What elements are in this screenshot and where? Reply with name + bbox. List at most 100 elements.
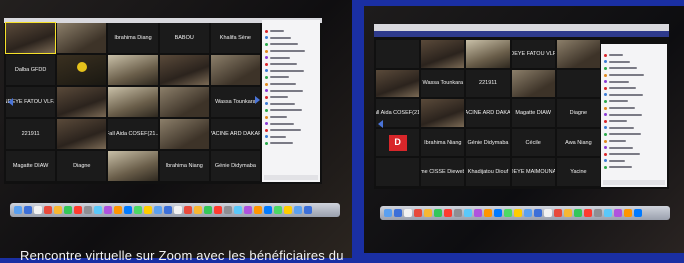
participant-tile[interactable]: Fall Aida COSEF(21...	[108, 119, 158, 149]
participant-tile[interactable]: NDEYE FATOU VLF...	[511, 40, 555, 68]
participant-tile[interactable]	[4, 22, 57, 54]
participant-tile[interactable]: Wassa Tounkara	[421, 69, 465, 98]
participant-tile[interactable]: Khalifa Sène	[210, 23, 260, 53]
dock-app-icon[interactable]	[614, 209, 622, 217]
participant-tile[interactable]: Magatte DIAW	[6, 151, 56, 181]
participant-tile[interactable]	[57, 87, 107, 117]
participant-tile[interactable]	[57, 23, 107, 53]
dock-app-icon[interactable]	[404, 209, 412, 217]
dock-app-icon[interactable]	[514, 209, 522, 217]
participant-row[interactable]	[262, 101, 320, 108]
participant-tile[interactable]: Wassa Tounkara	[210, 87, 260, 117]
dock-app-icon[interactable]	[634, 209, 642, 217]
dock-app-icon[interactable]	[594, 209, 602, 217]
participant-tile[interactable]	[376, 158, 420, 186]
participant-row[interactable]	[262, 114, 320, 121]
participant-tile[interactable]	[466, 40, 510, 68]
participant-tile[interactable]: 221911	[466, 69, 510, 98]
participant-row[interactable]	[262, 94, 320, 101]
dock-app-icon[interactable]	[54, 206, 62, 214]
dock-app-icon[interactable]	[484, 209, 492, 217]
dock-app-icon[interactable]	[274, 206, 282, 214]
participant-row[interactable]	[601, 105, 667, 112]
participant-row[interactable]	[262, 74, 320, 81]
dock-app-icon[interactable]	[444, 209, 452, 217]
dock-app-icon[interactable]	[64, 206, 72, 214]
dock-app-icon[interactable]	[194, 206, 202, 214]
participant-row[interactable]	[262, 35, 320, 42]
participant-tile[interactable]	[421, 99, 465, 127]
chevron-left-icon[interactable]	[378, 120, 383, 128]
participant-tile[interactable]	[556, 69, 600, 98]
participant-row[interactable]	[262, 28, 320, 35]
chevron-left-icon[interactable]	[8, 98, 13, 106]
chevron-right-icon[interactable]	[255, 96, 260, 104]
participant-tile[interactable]: Diagne	[556, 99, 600, 127]
dock-app-icon[interactable]	[584, 209, 592, 217]
dock-app-icon[interactable]	[544, 209, 552, 217]
dock-app-icon[interactable]	[384, 209, 392, 217]
participant-tile[interactable]	[108, 151, 158, 181]
dock-app-icon[interactable]	[14, 206, 22, 214]
participant-tile[interactable]: Ibrahima Niang	[421, 128, 465, 157]
participant-tile[interactable]: YACINE ARD DAKAR	[210, 119, 260, 149]
dock-app-icon[interactable]	[94, 206, 102, 214]
participant-row[interactable]	[601, 98, 667, 105]
participant-row[interactable]	[262, 48, 320, 55]
participant-row[interactable]	[262, 68, 320, 75]
dock-app-icon[interactable]	[34, 206, 42, 214]
participant-row[interactable]	[262, 61, 320, 68]
dock-app-icon[interactable]	[564, 209, 572, 217]
participant-row[interactable]	[601, 158, 667, 165]
participant-row[interactable]	[601, 144, 667, 151]
participant-row[interactable]	[601, 92, 667, 99]
dock-app-icon[interactable]	[284, 206, 292, 214]
dock-app-icon[interactable]	[184, 206, 192, 214]
dock-app-icon[interactable]	[164, 206, 172, 214]
participant-tile[interactable]: Ibrahima Niang	[159, 151, 209, 181]
dock-app-icon[interactable]	[84, 206, 92, 214]
participant-tile[interactable]: Cécile	[511, 128, 555, 157]
dock-app-icon[interactable]	[124, 206, 132, 214]
participant-tile[interactable]	[511, 69, 555, 98]
participant-tile[interactable]: YACINE ARD DAKAR	[466, 99, 510, 127]
dock-app-icon[interactable]	[254, 206, 262, 214]
participant-tile[interactable]: Diagne	[57, 151, 107, 181]
dock-app-icon[interactable]	[174, 206, 182, 214]
dock-app-icon[interactable]	[394, 209, 402, 217]
participant-row[interactable]	[262, 81, 320, 88]
participant-tile[interactable]	[376, 40, 420, 68]
participant-row[interactable]	[262, 120, 320, 127]
dock-app-icon[interactable]	[24, 206, 32, 214]
dock-app-icon[interactable]	[304, 206, 312, 214]
dock-app-icon[interactable]	[144, 206, 152, 214]
participant-row[interactable]	[601, 151, 667, 158]
dock-app-icon[interactable]	[234, 206, 242, 214]
participant-row[interactable]	[262, 140, 320, 147]
dock-app-icon[interactable]	[534, 209, 542, 217]
participant-row[interactable]	[601, 78, 667, 85]
dock-app-icon[interactable]	[244, 206, 252, 214]
participant-row[interactable]	[601, 85, 667, 92]
dock-app-icon[interactable]	[434, 209, 442, 217]
dock-app-icon[interactable]	[624, 209, 632, 217]
participant-row[interactable]	[601, 131, 667, 138]
dock-app-icon[interactable]	[424, 209, 432, 217]
dock-app-icon[interactable]	[264, 206, 272, 214]
participant-tile[interactable]	[159, 87, 209, 117]
dock-app-icon[interactable]	[134, 206, 142, 214]
participant-tile[interactable]	[159, 119, 209, 149]
participant-tile[interactable]: Mme CISSE Dieweb...	[421, 158, 465, 186]
dock-app-icon[interactable]	[414, 209, 422, 217]
participant-tile[interactable]	[376, 69, 420, 98]
participant-tile[interactable]: Ibrahima Diang	[108, 23, 158, 53]
participant-tile[interactable]: Génie Didymaba	[466, 128, 510, 157]
participant-row[interactable]	[601, 138, 667, 145]
participant-tile[interactable]: D	[376, 128, 420, 157]
dock-app-icon[interactable]	[604, 209, 612, 217]
dock-app-icon[interactable]	[494, 209, 502, 217]
participant-tile[interactable]: NDEYE FATOU VLF...	[6, 87, 56, 117]
dock-app-icon[interactable]	[114, 206, 122, 214]
dock-app-icon[interactable]	[574, 209, 582, 217]
participant-tile[interactable]	[421, 40, 465, 68]
